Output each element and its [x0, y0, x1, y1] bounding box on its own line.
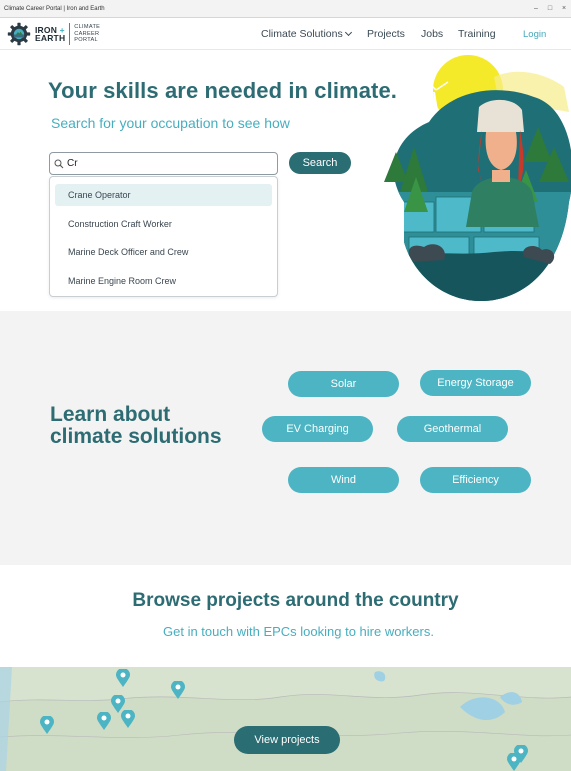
site-logo[interactable]: IRON + EARTH CLIMATE CAREER PORTAL	[7, 21, 100, 47]
login-link[interactable]: Login	[523, 29, 546, 40]
solution-wind-button[interactable]: Wind	[288, 467, 399, 493]
nav-label: Climate Solutions	[261, 28, 343, 40]
search-button[interactable]: Search	[289, 152, 351, 174]
projects-map[interactable]: View projects	[0, 667, 571, 771]
minimize-button[interactable]: –	[529, 5, 543, 12]
suggestion-item[interactable]: Crane Operator	[55, 184, 272, 206]
occupation-search[interactable]	[49, 152, 278, 175]
solutions-title-line: climate solutions	[50, 425, 222, 448]
chevron-down-icon	[344, 28, 352, 37]
logo-subtitle: CLIMATE CAREER PORTAL	[74, 24, 100, 44]
nav-projects[interactable]: Projects	[367, 28, 405, 40]
solution-solar-button[interactable]: Solar	[288, 371, 399, 397]
hero-section: Your skills are needed in climate. Searc…	[0, 50, 571, 311]
map-pin-icon[interactable]	[121, 710, 135, 728]
projects-section: Browse projects around the country Get i…	[0, 565, 571, 667]
solution-geothermal-button[interactable]: Geothermal	[397, 416, 508, 442]
close-button[interactable]: ×	[557, 5, 571, 12]
solution-ev-charging-button[interactable]: EV Charging	[262, 416, 373, 442]
projects-title: Browse projects around the country	[132, 590, 459, 611]
logo-wordmark: IRON + EARTH	[35, 26, 66, 43]
suggestion-item[interactable]: Marine Deck Officer and Crew	[55, 241, 272, 263]
window-title-bar: Climate Career Portal | Iron and Earth –…	[0, 0, 571, 18]
hero-subtitle: Search for your occupation to see how	[51, 115, 290, 131]
map-pin-icon[interactable]	[40, 716, 54, 734]
hero-illustration	[384, 55, 571, 302]
solutions-title-line: Learn about	[50, 403, 171, 426]
suggestion-item[interactable]: Marine Engine Room Crew	[55, 270, 272, 292]
logo-sub-line: PORTAL	[74, 37, 98, 44]
nav-jobs[interactable]: Jobs	[421, 28, 443, 40]
map-pin-icon[interactable]	[116, 669, 130, 687]
view-projects-button[interactable]: View projects	[234, 726, 340, 754]
gear-logo-icon	[7, 22, 31, 46]
map-pin-icon[interactable]	[171, 681, 185, 699]
search-input[interactable]	[67, 158, 267, 169]
hero-title: Your skills are needed in climate.	[48, 78, 398, 103]
search-suggestions: Crane Operator Construction Craft Worker…	[49, 176, 278, 297]
climate-solutions-section: Learn about climate solutions Solar Ener…	[0, 311, 571, 565]
nav-climate-solutions[interactable]: Climate Solutions	[261, 28, 352, 40]
map-pin-icon[interactable]	[507, 753, 521, 771]
maximize-button[interactable]: □	[543, 5, 557, 12]
nav-training[interactable]: Training	[458, 28, 496, 40]
map-background	[0, 667, 571, 771]
suggestion-item[interactable]: Construction Craft Worker	[55, 213, 272, 235]
logo-divider	[69, 23, 71, 45]
solution-efficiency-button[interactable]: Efficiency	[420, 467, 531, 493]
site-header: IRON + EARTH CLIMATE CAREER PORTAL Clima…	[0, 18, 571, 50]
window-title: Climate Career Portal | Iron and Earth	[4, 5, 105, 12]
projects-subtitle: Get in touch with EPCs looking to hire w…	[163, 624, 434, 639]
logo-word-earth: EARTH	[35, 33, 66, 43]
solutions-title: Learn about climate solutions	[50, 404, 222, 448]
solution-energy-storage-button[interactable]: Energy Storage	[420, 370, 531, 396]
logo-sub-line: CLIMATE	[74, 24, 101, 31]
search-icon	[54, 159, 64, 168]
map-pin-icon[interactable]	[97, 712, 111, 730]
